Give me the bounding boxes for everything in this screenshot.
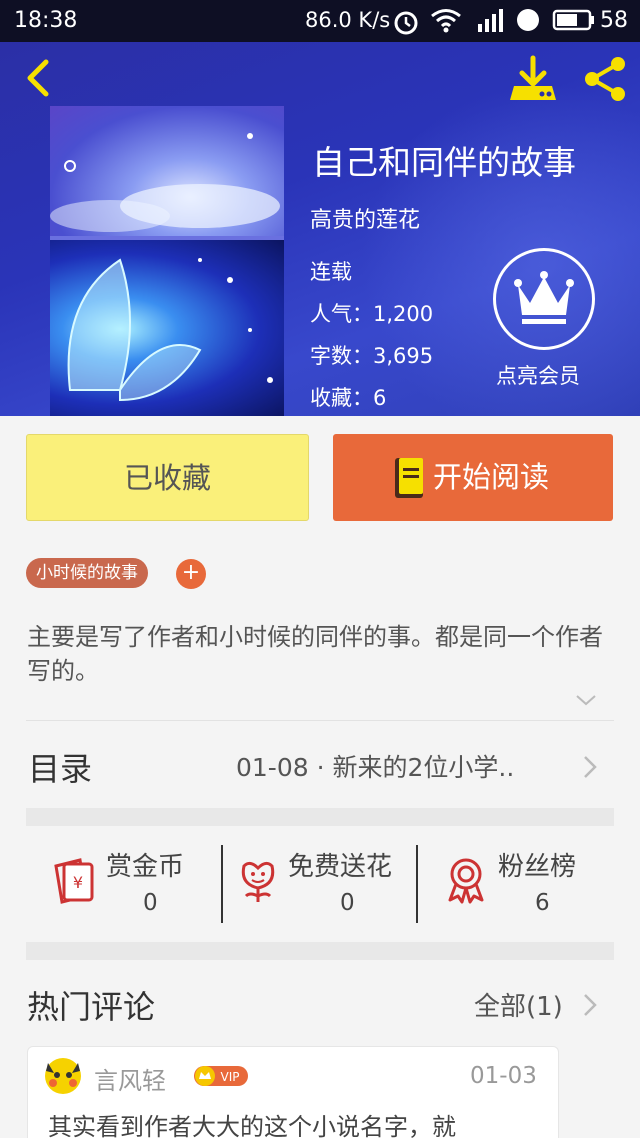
flower-icon	[241, 861, 275, 902]
reward-coins-value: 0	[143, 890, 158, 916]
book-word-count: 字数：3,695	[310, 344, 434, 368]
vip-badge-icon: VIP	[194, 1066, 248, 1086]
fan-ranking-label: 粉丝榜	[498, 852, 577, 882]
book-header: 自己和同伴的故事 高贵的莲花 连载 人气：1,200 字数：3,695 收藏：6…	[0, 42, 640, 416]
status-bar: 18:38 86.0 K/s 58	[0, 0, 640, 42]
crown-icon	[514, 271, 574, 324]
toc-latest-chapter: 01-08 · 新来的2位小学..	[236, 753, 515, 782]
signal-4g-icon	[478, 9, 503, 32]
avatar[interactable]	[44, 1057, 82, 1095]
battery-icon	[552, 9, 594, 31]
cover-cloud-art	[50, 133, 280, 232]
free-flowers-value: 0	[340, 890, 355, 916]
divider	[26, 720, 614, 721]
wifi-icon	[431, 9, 461, 33]
share-icon[interactable]	[580, 54, 630, 104]
section-band	[26, 942, 614, 960]
collected-button[interactable]: 已收藏	[26, 434, 309, 521]
battery-level: 58	[600, 8, 628, 33]
award-ribbon-icon	[448, 858, 484, 904]
fan-ranking-value: 6	[535, 890, 550, 916]
book-favorites: 收藏：6	[310, 386, 387, 410]
fan-ranking-item[interactable]: 粉丝榜 6	[430, 842, 614, 924]
chevron-down-icon[interactable]	[574, 692, 598, 708]
alarm-icon	[394, 11, 418, 35]
comment-card[interactable]: 言风轻 VIP 01-03 其实看到作者大大的这个小说名字，就	[27, 1046, 559, 1138]
book-status: 连载	[310, 260, 352, 284]
book-cover-image[interactable]	[50, 106, 284, 416]
add-tag-button[interactable]: +	[176, 559, 206, 589]
chevron-right-icon	[584, 994, 597, 1016]
comment-username[interactable]: 言风轻	[94, 1061, 166, 1096]
reward-coins-label: 赏金币	[106, 852, 185, 882]
vip-badge-text: VIP	[221, 1070, 240, 1084]
hot-comments-title: 热门评论	[27, 988, 156, 1026]
all-comments-label: 全部(1)	[474, 992, 563, 1022]
cover-butterfly-art	[67, 258, 273, 402]
book-icon	[395, 458, 423, 498]
section-band	[26, 808, 614, 826]
vip-member-button[interactable]	[493, 248, 595, 350]
stat-divider	[416, 845, 418, 923]
chevron-right-icon	[584, 756, 597, 778]
network-speed: 86.0 K/s	[305, 8, 391, 32]
book-author[interactable]: 高贵的莲花	[310, 202, 420, 234]
comment-text: 其实看到作者大大的这个小说名字，就	[48, 1113, 456, 1138]
status-time: 18:38	[14, 8, 78, 33]
free-flowers-item[interactable]: 免费送花 0	[230, 842, 416, 924]
tag-item[interactable]: 小时候的故事	[26, 558, 148, 588]
start-reading-label: 开始阅读	[433, 460, 550, 494]
free-flowers-label: 免费送花	[288, 852, 393, 882]
download-icon[interactable]	[506, 54, 560, 104]
stat-divider	[221, 845, 223, 923]
red-envelope-icon: ¥	[54, 858, 94, 904]
reward-coins-item[interactable]: ¥ 赏金币 0	[40, 842, 220, 924]
book-popularity: 人气：1,200	[310, 302, 434, 326]
toc-label: 目录	[28, 750, 93, 788]
hd-icon	[517, 9, 539, 31]
back-arrow-icon[interactable]	[18, 56, 58, 100]
vip-member-label[interactable]: 点亮会员	[496, 360, 580, 390]
svg-text:¥: ¥	[73, 873, 83, 892]
book-description: 主要是写了作者和小时候的同伴的事。都是同一个作者写的。	[27, 623, 603, 685]
start-reading-button[interactable]: 开始阅读	[333, 434, 613, 521]
comment-date: 01-03	[470, 1063, 537, 1089]
book-title: 自己和同伴的故事	[312, 143, 576, 182]
